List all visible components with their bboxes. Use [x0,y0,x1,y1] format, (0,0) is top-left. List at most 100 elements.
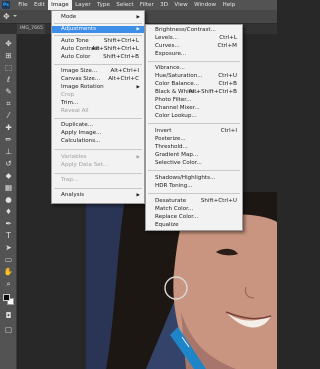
gradient-icon[interactable]: ▦ [2,182,15,193]
dodge-icon[interactable]: ♦ [2,206,15,217]
menu-item-selective-color[interactable]: Selective Color... [146,160,242,167]
photoshop-logo: Ps [2,1,10,9]
menu-item-black-white[interactable]: Black & White... Alt+Shift+Ctrl+B [146,89,242,96]
menu-item-replace-color[interactable]: Replace Color... [146,214,242,221]
menu-item-levels-label: Levels... [155,35,179,41]
type-icon[interactable]: T [2,230,15,241]
menu-item-brightness-contrast[interactable]: Brightness/Contrast... [146,27,242,34]
menu-item-image-size[interactable]: Image Size... Alt+Ctrl+I [52,68,144,75]
menu-item-canvas-size-label: Canvas Size... [61,76,101,82]
menu-help[interactable]: Help [219,0,238,10]
menu-item-apply-image-label: Apply Image... [61,130,102,136]
move-tool-icon[interactable]: ✥ [2,38,15,49]
menu-item-color-balance-shortcut: Ctrl+B [218,81,237,87]
menu-separator [54,173,142,174]
menu-item-vibrance[interactable]: Vibrance... [146,65,242,72]
quick-mask-icon[interactable]: ◘ [2,310,15,321]
menu-item-channel-mixer-label: Channel Mixer... [155,105,200,111]
hand-icon[interactable]: ✋ [2,266,15,277]
clone-stamp-icon[interactable]: ⊥ [2,146,15,157]
lasso-icon[interactable]: ℓ [2,74,15,85]
menu-item-hdr-toning[interactable]: HDR Toning... [146,183,242,190]
menu-item-auto-color[interactable]: Auto Color Shift+Ctrl+B [52,54,144,61]
menu-item-posterize[interactable]: Posterize... [146,136,242,143]
menu-item-duplicate[interactable]: Duplicate... [52,122,144,129]
menu-item-trim[interactable]: Trim... [52,100,144,107]
menu-type[interactable]: Type [94,0,113,10]
menu-item-mode[interactable]: Mode ▶ [52,14,144,21]
move-tool-preset-icon[interactable]: ✥ [3,12,13,22]
menu-item-photo-filter[interactable]: Photo Filter... [146,97,242,104]
menu-item-auto-contrast[interactable]: Auto Contrast Alt+Shift+Ctrl+L [52,46,144,53]
menu-item-variables: Variables ▶ [52,154,144,161]
rectangle-shape-icon[interactable]: ▭ [2,254,15,265]
menu-filter[interactable]: Filter [137,0,157,10]
menu-item-adjustments[interactable]: Adjustments ▶ [52,26,144,33]
menu-3d[interactable]: 3D [157,0,171,10]
screen-mode-icon[interactable]: ▢ [2,324,15,335]
menu-item-hue-saturation[interactable]: Hue/Saturation... Ctrl+U [146,73,242,80]
menu-item-calculations[interactable]: Calculations... [52,138,144,145]
blur-icon[interactable]: ● [2,194,15,205]
menu-item-levels[interactable]: Levels... Ctrl+L [146,35,242,42]
menu-item-shadows-highlights[interactable]: Shadows/Highlights... [146,175,242,182]
menu-item-replace-color-label: Replace Color... [155,214,199,220]
rectangular-marquee-icon[interactable]: ⬚ [2,62,15,73]
menu-item-analysis[interactable]: Analysis ▶ [52,192,144,199]
spot-healing-icon[interactable]: ✚ [2,122,15,133]
menu-bar: Ps File Edit Image Layer Type Select Fil… [0,0,277,10]
menu-item-desaturate[interactable]: Desaturate Shift+Ctrl+U [146,198,242,205]
menu-item-auto-contrast-shortcut: Alt+Shift+Ctrl+L [91,46,139,52]
menu-item-invert-shortcut: Ctrl+I [220,128,237,134]
menu-item-auto-tone[interactable]: Auto Tone Shift+Ctrl+L [52,38,144,45]
eyedropper-icon[interactable]: ⁄ [2,110,15,121]
foreground-color-swatch[interactable] [3,294,10,301]
menu-item-invert[interactable]: Invert Ctrl+I [146,128,242,135]
menu-item-image-rotation[interactable]: Image Rotation ▶ [52,84,144,91]
menu-item-auto-tone-label: Auto Tone [61,38,89,44]
menu-item-match-color[interactable]: Match Color... [146,206,242,213]
menu-edit[interactable]: Edit [31,0,48,10]
menu-item-threshold[interactable]: Threshold... [146,144,242,151]
menu-item-canvas-size[interactable]: Canvas Size... Alt+Ctrl+C [52,76,144,83]
crop-icon[interactable]: ⌗ [2,98,15,109]
menu-item-color-balance[interactable]: Color Balance... Ctrl+B [146,81,242,88]
menu-separator [148,193,240,194]
menu-file[interactable]: File [15,0,31,10]
menu-window[interactable]: Window [191,0,219,10]
menu-item-gradient-map[interactable]: Gradient Map... [146,152,242,159]
chevron-down-icon[interactable] [13,15,17,17]
document-tab[interactable]: IMG_7665 [17,24,45,34]
menu-item-reveal-all-label: Reveal All [61,108,89,114]
menu-item-adjustments-label: Adjustments [61,26,97,32]
zoom-icon[interactable]: ⌕ [2,278,15,289]
pen-icon[interactable]: ✒ [2,218,15,229]
menu-item-equalize[interactable]: Equalize [146,222,242,229]
menu-image[interactable]: Image [47,0,72,10]
menu-item-exposure[interactable]: Exposure... [146,51,242,58]
menu-item-hue-saturation-shortcut: Ctrl+U [218,73,237,79]
menu-item-curves-label: Curves... [155,43,180,49]
menu-separator [54,35,142,36]
menu-item-reveal-all: Reveal All [52,108,144,115]
quick-selection-icon[interactable]: ✎ [2,86,15,97]
menu-item-curves[interactable]: Curves... Ctrl+M [146,43,242,50]
menu-view[interactable]: View [171,0,191,10]
submenu-arrow-icon: ▶ [136,155,140,160]
brush-icon[interactable]: ✏ [2,134,15,145]
menu-item-auto-color-label: Auto Color [61,54,91,60]
path-selection-icon[interactable]: ➤ [2,242,15,253]
menu-item-color-lookup[interactable]: Color Lookup... [146,113,242,120]
history-brush-icon[interactable]: ↺ [2,158,15,169]
menu-item-apply-image[interactable]: Apply Image... [52,130,144,137]
menu-item-equalize-label: Equalize [155,222,179,228]
menu-select[interactable]: Select [113,0,137,10]
menu-item-channel-mixer[interactable]: Channel Mixer... [146,105,242,112]
menu-item-image-rotation-label: Image Rotation [61,84,104,90]
menu-separator [54,188,142,189]
artboard-tool-icon[interactable]: ⊞ [2,50,15,61]
eraser-icon[interactable]: ◆ [2,170,15,181]
tools-panel: ✥ ⊞ ⬚ ℓ ✎ ⌗ ⁄ ✚ ✏ ⊥ ↺ ◆ ▦ ● ♦ ✒ T ➤ ▭ ✋ … [0,34,17,369]
menu-layer[interactable]: Layer [72,0,94,10]
menu-separator [54,118,142,119]
